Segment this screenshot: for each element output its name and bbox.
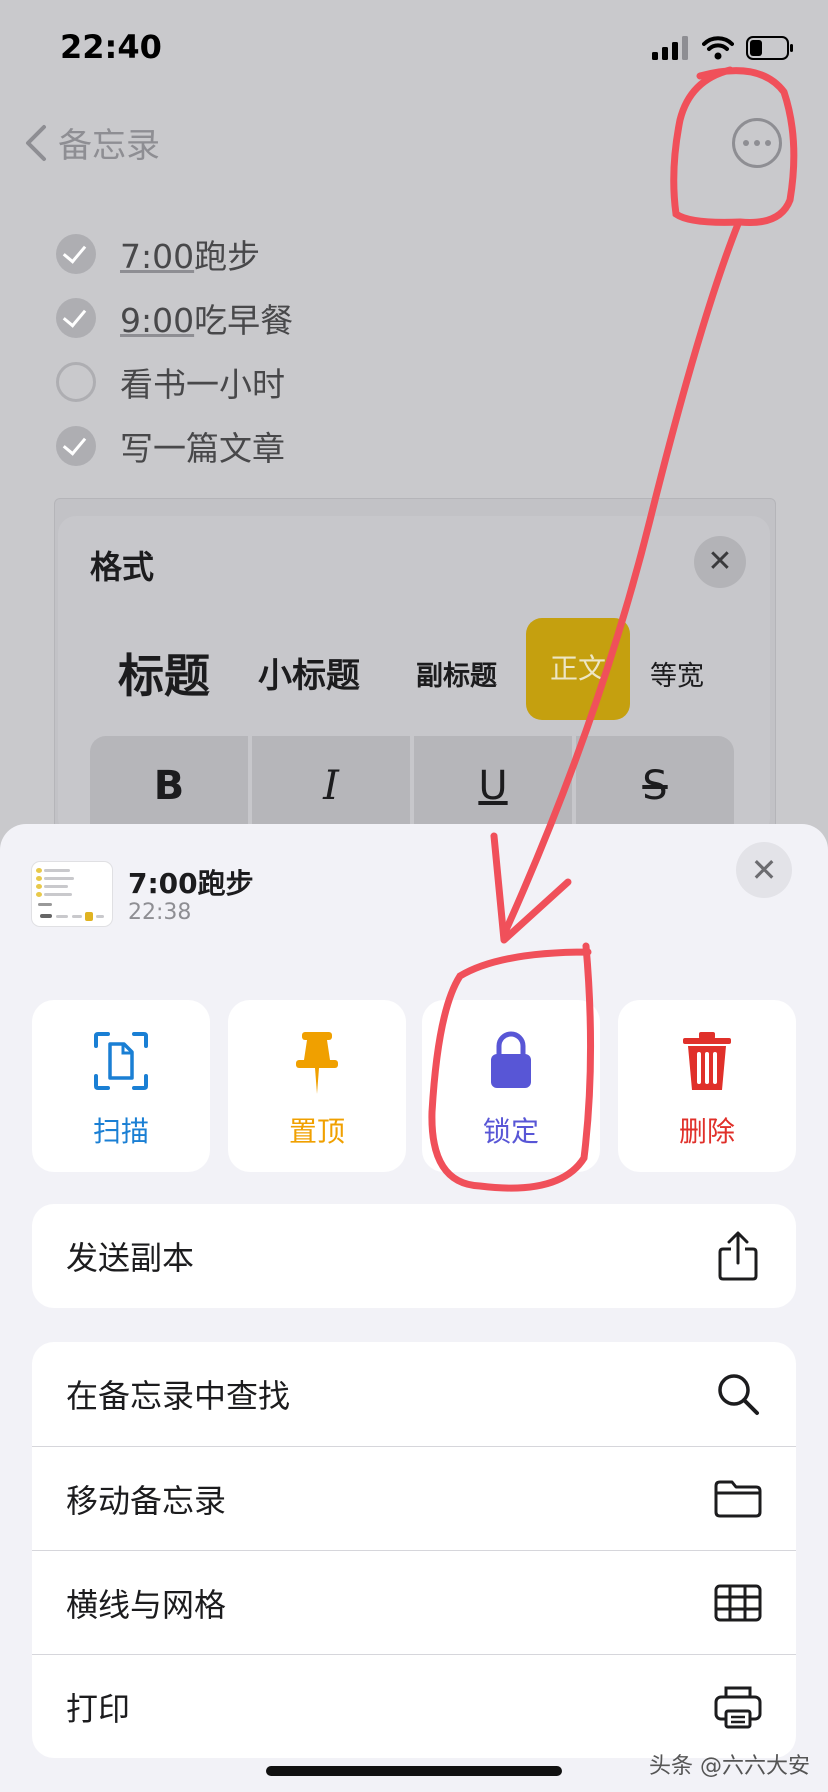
checklist-item[interactable]: 9:00吃早餐	[56, 294, 293, 342]
delete-button[interactable]: 删除	[618, 1000, 796, 1172]
bold-button[interactable]: B	[90, 736, 248, 826]
italic-button[interactable]: I	[252, 736, 410, 826]
search-icon	[718, 1374, 759, 1415]
underline-button[interactable]: U	[414, 736, 572, 826]
style-heading[interactable]: 小标题	[258, 648, 360, 697]
close-icon: ✕	[707, 544, 733, 579]
empty-circle-icon[interactable]	[56, 362, 96, 402]
checklist-text: 看书一小时	[120, 365, 285, 404]
find-in-note-label: 在备忘录中查找	[66, 1377, 291, 1415]
lock-label: 锁定	[482, 1115, 539, 1148]
checklist-item[interactable]: 7:00跑步	[56, 230, 260, 278]
printer-icon	[714, 1686, 762, 1728]
status-time: 22:40	[60, 28, 162, 66]
scan-document-icon	[94, 1032, 148, 1090]
send-copy-label: 发送副本	[66, 1239, 195, 1277]
pin-icon	[296, 1032, 338, 1094]
move-note-label: 移动备忘录	[66, 1481, 227, 1520]
lines-grids-label: 横线与网格	[66, 1585, 227, 1624]
back-label: 备忘录	[58, 126, 160, 166]
checklist-text: 写一篇文章	[120, 429, 285, 468]
close-icon: ✕	[750, 851, 778, 889]
find-in-note-item[interactable]: 在备忘录中查找	[32, 1342, 796, 1446]
strikethrough-button[interactable]: S	[576, 736, 734, 826]
ellipsis-dot	[765, 140, 771, 146]
wifi-icon	[702, 36, 734, 60]
checkmark-circle-icon[interactable]	[56, 234, 96, 274]
checklist-item[interactable]: 写一篇文章	[56, 422, 285, 470]
menu-list: 在备忘录中查找 移动备忘录 横线与网格 打印	[32, 1342, 796, 1758]
print-label: 打印	[66, 1689, 131, 1728]
trash-icon	[683, 1032, 731, 1090]
format-panel-title: 格式	[90, 548, 155, 586]
folder-icon	[714, 1480, 762, 1517]
delete-label: 删除	[678, 1115, 735, 1148]
lock-button[interactable]: 锁定	[422, 1000, 600, 1172]
style-title[interactable]: 标题	[118, 640, 210, 706]
checklist-text: 7:00跑步	[120, 237, 261, 276]
home-indicator	[266, 1766, 562, 1776]
checkmark-circle-icon[interactable]	[56, 426, 96, 466]
lock-icon	[491, 1031, 531, 1088]
pin-label: 置顶	[288, 1115, 345, 1148]
style-subheading[interactable]: 副标题	[416, 654, 497, 693]
close-format-button[interactable]: ✕	[694, 536, 746, 588]
checkmark-circle-icon[interactable]	[56, 298, 96, 338]
style-body-selected[interactable]: 正文	[526, 618, 630, 720]
send-copy-item[interactable]: 发送副本	[32, 1204, 796, 1308]
checklist-item[interactable]: 看书一小时	[56, 358, 285, 406]
grid-icon	[714, 1584, 762, 1621]
move-note-item[interactable]: 移动备忘录	[32, 1446, 796, 1550]
print-item[interactable]: 打印	[32, 1654, 796, 1758]
close-sheet-button[interactable]: ✕	[736, 842, 792, 898]
share-icon	[718, 1231, 758, 1281]
battery-icon	[746, 36, 793, 60]
pin-button[interactable]: 置顶	[228, 1000, 406, 1172]
note-title: 7:00跑步	[128, 867, 254, 900]
scan-label: 扫描	[92, 1115, 149, 1148]
ellipsis-dot	[754, 140, 760, 146]
style-monospace[interactable]: 等宽	[650, 654, 704, 693]
chevron-left-icon	[26, 124, 46, 161]
cellular-signal-icon	[652, 36, 688, 60]
ellipsis-dot	[743, 140, 749, 146]
back-button[interactable]: 备忘录	[24, 118, 160, 167]
lines-grids-item[interactable]: 横线与网格	[32, 1550, 796, 1654]
note-thumbnail	[32, 862, 112, 926]
more-options-button[interactable]	[732, 118, 782, 168]
scan-button[interactable]: 扫描	[32, 1000, 210, 1172]
checklist-text: 9:00吃早餐	[120, 301, 294, 340]
send-copy-group: 发送副本	[32, 1204, 796, 1308]
note-timestamp: 22:38	[128, 900, 192, 925]
status-icons	[652, 34, 794, 62]
watermark: 头条 @六六大安	[649, 1754, 810, 1779]
